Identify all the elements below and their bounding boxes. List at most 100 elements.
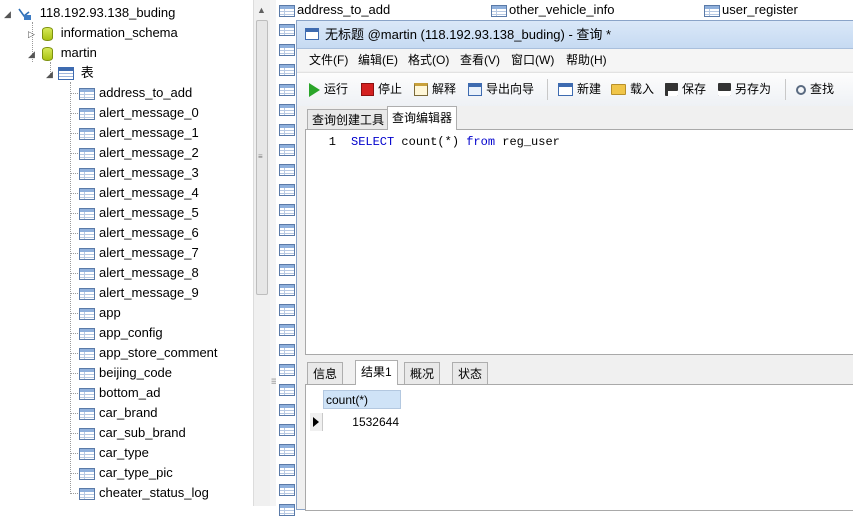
tree-item-table[interactable]: alert_message_8: [79, 263, 199, 283]
table-icon: [79, 287, 95, 300]
tree-line: [71, 353, 78, 354]
table-label: alert_message_1: [99, 125, 199, 140]
collapse-arrow-icon[interactable]: ◢: [28, 44, 37, 64]
table-icon: [279, 364, 295, 376]
table-icon: [279, 104, 295, 116]
new-label: 新建: [577, 82, 602, 96]
menu-window[interactable]: 窗口(W): [511, 49, 554, 71]
row-indicator[interactable]: [310, 413, 323, 431]
result-cell[interactable]: 1532644: [323, 412, 401, 432]
expand-arrow-icon[interactable]: ▷: [28, 24, 37, 44]
tab-result-1[interactable]: 结果1: [355, 360, 398, 385]
collapse-arrow-icon[interactable]: ◢: [4, 4, 13, 24]
table-label: alert_message_3: [99, 165, 199, 180]
table-icon: [79, 427, 95, 440]
save-as-button[interactable]: 另存为: [718, 79, 771, 99]
tree-line: [71, 493, 78, 494]
tree-item-tables-folder[interactable]: ◢ 表: [46, 63, 94, 83]
tree-item-table[interactable]: address_to_add: [79, 83, 192, 103]
table-icon: [79, 107, 95, 120]
toolbar-separator: [547, 79, 548, 100]
object-item[interactable]: address_to_add: [279, 2, 390, 18]
tree-line: [71, 253, 78, 254]
tree-item-table[interactable]: alert_message_2: [79, 143, 199, 163]
tree-line: [71, 213, 78, 214]
tab-profile[interactable]: 概况: [404, 362, 441, 384]
tab-query-editor[interactable]: 查询编辑器: [387, 106, 458, 130]
connection-icon: [16, 7, 32, 21]
tree-item-table[interactable]: alert_message_0: [79, 103, 199, 123]
table-icon: [279, 224, 295, 236]
save-button[interactable]: 保存: [665, 79, 706, 99]
navigator-scrollbar[interactable]: ▲ ≡: [253, 0, 270, 506]
sql-editor[interactable]: 1 SELECT count(*) from reg_user: [305, 129, 853, 355]
menu-format[interactable]: 格式(O): [408, 49, 449, 71]
table-icon: [704, 4, 720, 17]
tree-item-table[interactable]: app_store_comment: [79, 343, 218, 363]
scroll-up-arrow-icon[interactable]: ▲: [257, 5, 266, 15]
explain-button[interactable]: 解释: [414, 79, 456, 99]
tree-item-information-schema[interactable]: ▷ information_schema: [28, 23, 178, 43]
sql-keyword: from: [466, 135, 496, 149]
run-button[interactable]: 运行: [309, 79, 348, 99]
save-icon: [665, 83, 678, 97]
tree-item-table[interactable]: car_type: [79, 443, 149, 463]
object-item[interactable]: other_vehicle_info: [491, 2, 615, 18]
query-window-titlebar[interactable]: 无标题 @martin (118.192.93.138_buding) - 查询…: [297, 21, 853, 49]
table-label: alert_message_9: [99, 285, 199, 300]
object-item[interactable]: user_register: [704, 2, 798, 18]
save-as-icon: [718, 83, 731, 97]
sql-expression: count(*): [394, 135, 467, 149]
tree-item-table[interactable]: alert_message_4: [79, 183, 199, 203]
load-button[interactable]: 载入: [611, 79, 654, 99]
table-icon: [79, 387, 95, 400]
sql-table-name: reg_user: [495, 135, 560, 149]
new-button[interactable]: 新建: [558, 79, 601, 99]
menu-help[interactable]: 帮助(H): [566, 49, 607, 71]
tree-item-table[interactable]: car_brand: [79, 403, 158, 423]
menu-edit[interactable]: 编辑(E): [358, 49, 398, 71]
line-number: 1: [328, 135, 336, 149]
query-window: 无标题 @martin (118.192.93.138_buding) - 查询…: [296, 20, 853, 511]
stop-button[interactable]: 停止: [361, 79, 402, 99]
result-grid: count(*) 1532644: [305, 384, 853, 511]
play-icon: [309, 82, 320, 97]
database-label: information_schema: [60, 25, 178, 40]
tree-item-table[interactable]: alert_message_9: [79, 283, 199, 303]
tree-item-connection[interactable]: ◢ 118.192.93.138_buding: [4, 3, 175, 23]
table-label: app: [99, 305, 121, 320]
tree-item-table[interactable]: cheater_status_log: [79, 483, 209, 503]
tab-query-builder[interactable]: 查询创建工具: [307, 109, 390, 129]
tab-status[interactable]: 状态: [452, 362, 489, 384]
collapse-arrow-icon[interactable]: ◢: [46, 64, 55, 84]
menu-file[interactable]: 文件(F): [309, 49, 348, 71]
menu-view[interactable]: 查看(V): [460, 49, 500, 71]
tab-info[interactable]: 信息: [307, 362, 344, 384]
export-wizard-button[interactable]: 导出向导: [468, 79, 534, 99]
save-as-label: 另存为: [735, 82, 772, 96]
sql-text[interactable]: SELECT count(*) from reg_user: [351, 135, 560, 149]
table-icon: [79, 247, 95, 260]
tree-item-table[interactable]: alert_message_7: [79, 243, 199, 263]
tree-item-table[interactable]: app_config: [79, 323, 163, 343]
column-header[interactable]: count(*): [323, 390, 401, 409]
tree-item-martin[interactable]: ◢ martin: [28, 43, 97, 63]
tree-item-table[interactable]: alert_message_5: [79, 203, 199, 223]
tree-item-table[interactable]: beijing_code: [79, 363, 172, 383]
tree-item-table[interactable]: alert_message_6: [79, 223, 199, 243]
tree-item-table[interactable]: car_sub_brand: [79, 423, 186, 443]
tree-item-table[interactable]: bottom_ad: [79, 383, 160, 403]
table-label: car_brand: [99, 405, 158, 420]
tree-line: [71, 273, 78, 274]
tree-item-table[interactable]: car_type_pic: [79, 463, 173, 483]
find-button[interactable]: 查找: [796, 79, 834, 99]
table-label: car_type: [99, 445, 149, 460]
grip-icon: ≡: [258, 152, 263, 161]
tree-item-table[interactable]: app: [79, 303, 121, 323]
tree-line: [71, 193, 78, 194]
query-window-title: 无标题 @martin (118.192.93.138_buding) - 查询…: [325, 27, 612, 42]
table-icon: [79, 347, 95, 360]
tree-item-table[interactable]: alert_message_3: [79, 163, 199, 183]
tree-item-table[interactable]: alert_message_1: [79, 123, 199, 143]
table-icon: [279, 4, 295, 17]
